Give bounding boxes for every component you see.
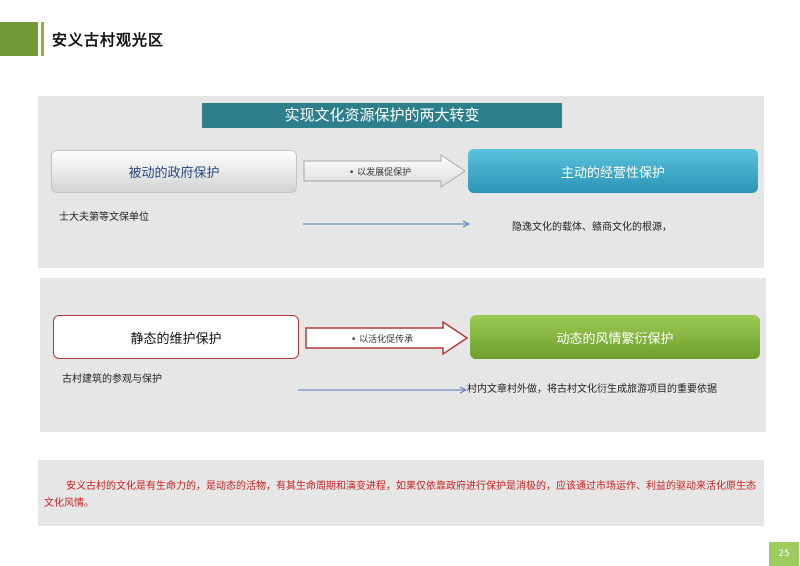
arrow-label-2: • 以活化促传承 (351, 334, 414, 345)
page-title: 安义古村观光区 (52, 31, 165, 49)
active-protection-box: 主动的经营性保护 (468, 149, 758, 193)
dynamic-protection-note: 村内文章村外做，将古村文化衍生成旅游项目的重要依据 (467, 384, 717, 395)
transition-arrow-2: • 以活化促传承 (305, 321, 469, 355)
title-accent-line (41, 22, 44, 56)
transition-arrow-1: • 以发展促保护 (303, 154, 467, 188)
passive-protection-box: 被动的政府保护 (51, 150, 297, 193)
connector-line-1 (303, 220, 471, 228)
section1-headline: 实现文化资源保护的两大转变 (202, 103, 562, 128)
dynamic-protection-box: 动态的风情繁衍保护 (470, 315, 760, 359)
active-protection-note: 隐逸文化的载体、赣商文化的根源， (512, 222, 672, 233)
static-protection-box: 静态的维护保护 (53, 315, 299, 359)
arrow-label-1: • 以发展促保护 (349, 167, 412, 178)
title-accent-bar (0, 22, 38, 56)
connector-line-2 (298, 386, 468, 394)
static-protection-note: 古村建筑的参观与保护 (62, 374, 162, 385)
summary-paragraph: 安义古村的文化是有生命力的，是动态的活物，有其生命周期和演变进程，如果仅依靠政府… (44, 481, 756, 509)
passive-protection-note: 士大夫第等文保单位 (59, 212, 149, 223)
page-number-badge: 25 (769, 542, 799, 566)
